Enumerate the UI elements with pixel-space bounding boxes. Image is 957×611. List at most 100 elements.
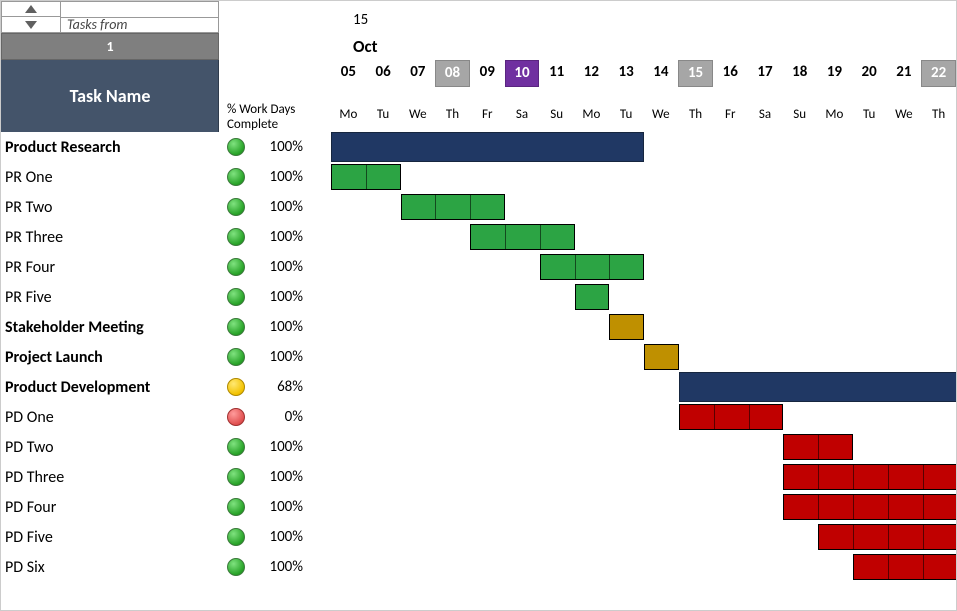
day-num-07: 07 — [400, 60, 435, 87]
gantt-header: 15 Oct 050607080910111213141516171819202… — [331, 1, 956, 132]
task-status-cell: 100% — [219, 468, 331, 486]
task-row[interactable]: PR Two 100% — [1, 192, 956, 222]
day-num-15: 15 — [678, 60, 713, 87]
gantt-bar[interactable] — [540, 254, 644, 280]
task-row[interactable]: PD Four 100% — [1, 492, 956, 522]
task-name-cell: Product Research — [1, 138, 219, 157]
day-num-12: 12 — [574, 60, 609, 87]
day-dow-09: Fr — [470, 87, 505, 132]
gantt-bar[interactable] — [679, 404, 783, 430]
task-name-cell: Product Development — [1, 378, 219, 397]
task-row[interactable]: Project Launch100% — [1, 342, 956, 372]
gantt-bar[interactable] — [644, 344, 679, 370]
task-row[interactable]: PD Six100% — [1, 552, 956, 582]
gantt-bar-area — [331, 462, 956, 492]
day-dow-21: We — [887, 87, 922, 132]
gantt-screenshot: Tasks from 1 Task Name % Work Days Compl… — [0, 0, 957, 611]
task-status-cell: 100% — [219, 558, 331, 576]
gantt-bar[interactable] — [783, 464, 957, 490]
percent-complete: 100% — [253, 288, 303, 306]
gantt-bar-area — [331, 372, 956, 402]
gantt-bar-area — [331, 552, 956, 582]
task-name-cell: PD Five — [1, 528, 219, 547]
gantt-bar[interactable] — [853, 554, 957, 580]
task-status-cell: 100% — [219, 198, 331, 216]
scroll-up-button[interactable] — [1, 1, 61, 17]
day-num-11: 11 — [539, 60, 574, 87]
day-dow-11: Su — [539, 87, 574, 132]
task-status-cell: 100% — [219, 288, 331, 306]
task-row[interactable]: PD Three100% — [1, 462, 956, 492]
gantt-bar[interactable] — [609, 314, 644, 340]
gantt-bar[interactable] — [331, 132, 644, 162]
task-name-cell: PD Four — [1, 498, 219, 517]
day-num-20: 20 — [852, 60, 887, 87]
gantt-bar-area — [331, 402, 956, 432]
task-name-cell: PD Six — [1, 558, 219, 577]
day-dow-14: We — [643, 87, 678, 132]
status-dot-icon — [227, 498, 245, 516]
gantt-bar[interactable] — [331, 164, 401, 190]
day-dow-17: Sa — [748, 87, 783, 132]
task-row[interactable]: PR Three100% — [1, 222, 956, 252]
gantt-bar[interactable] — [783, 494, 957, 520]
page-number: 1 — [1, 33, 219, 60]
task-status-cell: 100% — [219, 348, 331, 366]
day-num-18: 18 — [782, 60, 817, 87]
day-num-22: 22 — [921, 60, 956, 87]
gantt-bar[interactable] — [783, 434, 853, 460]
tasks-from-filter[interactable]: Tasks from — [61, 17, 219, 33]
gantt-bar-area — [331, 522, 956, 552]
percent-complete: 100% — [253, 498, 303, 516]
pct-header-line2: Complete — [227, 117, 278, 132]
task-row[interactable]: PD Two100% — [1, 432, 956, 462]
percent-complete: 100% — [253, 528, 303, 546]
status-dot-icon — [227, 138, 245, 156]
gantt-bar[interactable] — [575, 284, 610, 310]
gantt-bar-area — [331, 282, 956, 312]
task-row[interactable]: PR Four100% — [1, 252, 956, 282]
gantt-bar[interactable] — [818, 524, 957, 550]
task-status-cell: 100% — [219, 318, 331, 336]
gantt-bar[interactable] — [401, 194, 505, 220]
status-dot-icon — [227, 198, 245, 216]
gantt-bar-area — [331, 342, 956, 372]
task-name-cell: Stakeholder Meeting — [1, 318, 219, 337]
task-name-cell: PR Four — [1, 258, 219, 277]
percent-complete: 68% — [253, 378, 303, 396]
task-row[interactable]: PR Five100% — [1, 282, 956, 312]
task-status-cell: 100% — [219, 438, 331, 456]
scroll-down-button[interactable] — [1, 17, 61, 33]
status-dot-icon — [227, 558, 245, 576]
task-name-cell: PR Three — [1, 228, 219, 247]
task-row[interactable]: Product Research100% — [1, 132, 956, 162]
task-row[interactable]: PD Five 100% — [1, 522, 956, 552]
status-dot-icon — [227, 348, 245, 366]
percent-complete: 100% — [253, 198, 303, 216]
day-num-19: 19 — [817, 60, 852, 87]
day-dow-15: Th — [678, 87, 713, 132]
day-dow-18: Su — [782, 87, 817, 132]
gantt-bar[interactable] — [679, 372, 957, 402]
day-dow-08: Th — [435, 87, 470, 132]
task-row[interactable]: PR One100% — [1, 162, 956, 192]
gantt-bar-area — [331, 132, 956, 162]
status-dot-icon — [227, 318, 245, 336]
gantt-bar[interactable] — [470, 224, 574, 250]
blank-cell — [61, 1, 219, 17]
left-column: Tasks from 1 Task Name — [1, 1, 219, 33]
day-num-06: 06 — [366, 60, 401, 87]
day-num-14: 14 — [643, 60, 678, 87]
status-dot-icon — [227, 168, 245, 186]
task-name-cell: PD Two — [1, 438, 219, 457]
day-dow-05: Mo — [331, 87, 366, 132]
task-row[interactable]: PD One0% — [1, 402, 956, 432]
task-name-cell: PR Two — [1, 198, 219, 217]
gantt-bar-area — [331, 222, 956, 252]
task-status-cell: 100% — [219, 498, 331, 516]
task-status-cell: 68% — [219, 378, 331, 396]
task-row[interactable]: Stakeholder Meeting100% — [1, 312, 956, 342]
task-row[interactable]: Product Development 68% — [1, 372, 956, 402]
day-dow-12: Mo — [574, 87, 609, 132]
task-name-cell: PD Three — [1, 468, 219, 487]
